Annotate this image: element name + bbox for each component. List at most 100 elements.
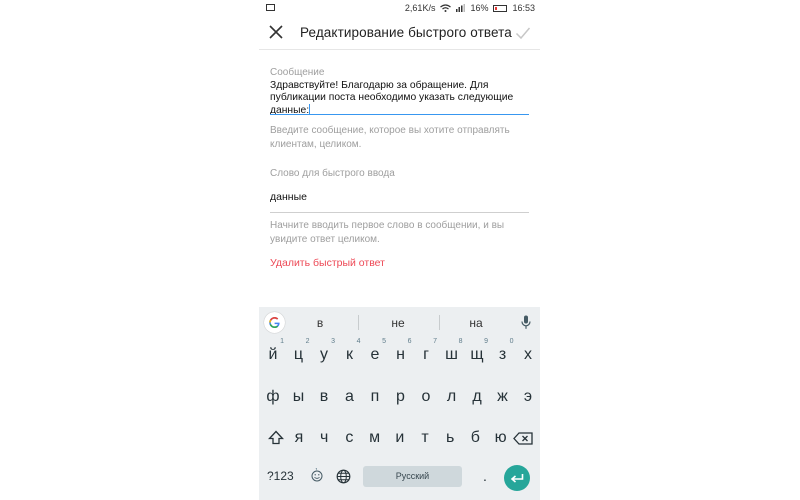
google-icon[interactable] xyxy=(264,312,285,333)
key-в[interactable]: в xyxy=(312,388,336,406)
key-label: т xyxy=(421,429,429,446)
key-label: д xyxy=(472,388,482,405)
key-label: р xyxy=(396,388,405,405)
message-hint: Введите сообщение, которое вы хотите отп… xyxy=(270,125,510,150)
key-р[interactable]: р xyxy=(389,388,413,406)
key-г[interactable]: г7 xyxy=(414,338,438,364)
key-label: л xyxy=(446,388,457,405)
suggestion-divider xyxy=(439,315,440,330)
key-к[interactable]: к4 xyxy=(338,338,362,364)
suggestion-strip: в не на xyxy=(259,307,540,338)
key-у[interactable]: у3 xyxy=(312,338,336,364)
message-text: Здравствуйте! Благодарю за обращение. Дл… xyxy=(270,80,514,116)
key-number-hint: 2 xyxy=(305,338,310,345)
key-label: я xyxy=(294,429,304,446)
key-label: и xyxy=(395,429,405,446)
key-ю[interactable]: ю xyxy=(489,429,513,447)
notification-image-icon xyxy=(266,4,275,11)
message-label: Сообщение xyxy=(270,67,325,78)
key-label: с xyxy=(345,429,354,446)
key-label: в xyxy=(319,388,329,405)
close-icon[interactable] xyxy=(268,24,284,40)
key-э[interactable]: э xyxy=(516,388,540,406)
key-п[interactable]: п xyxy=(363,388,387,406)
key-label: ю xyxy=(494,429,507,446)
space-bar[interactable]: Русский xyxy=(363,466,462,487)
key-label: х xyxy=(524,346,532,363)
shortcut-underline xyxy=(270,212,529,213)
key-с[interactable]: с xyxy=(337,429,361,447)
backspace-icon[interactable] xyxy=(513,432,533,445)
key-ш[interactable]: ш8 xyxy=(440,338,464,364)
key-ч[interactable]: ч xyxy=(312,429,336,447)
checkmark-icon[interactable] xyxy=(515,25,531,41)
key-л[interactable]: л xyxy=(440,388,464,406)
key-з[interactable]: з0 xyxy=(491,338,515,364)
key-label: з xyxy=(498,346,507,363)
key-number-hint: 6 xyxy=(407,338,412,345)
key-number-hint: 9 xyxy=(484,338,488,345)
key-х[interactable]: х xyxy=(516,346,540,364)
message-input[interactable]: Здравствуйте! Благодарю за обращение. Дл… xyxy=(270,80,528,117)
microphone-icon[interactable] xyxy=(521,315,531,330)
key-ц[interactable]: ц2 xyxy=(287,338,311,364)
battery-icon xyxy=(493,4,508,12)
key-label: ж xyxy=(497,388,508,405)
key-н[interactable]: н6 xyxy=(389,338,413,364)
key-number-hint: 7 xyxy=(433,338,437,345)
key-label: ш xyxy=(445,346,458,363)
key-д[interactable]: д xyxy=(465,388,489,406)
enter-arrow-icon xyxy=(510,473,524,483)
key-number-hint: 3 xyxy=(331,338,335,345)
period-key[interactable]: . xyxy=(483,468,487,484)
key-number-hint: 1 xyxy=(280,338,284,345)
key-щ[interactable]: щ9 xyxy=(465,338,489,364)
key-label: п xyxy=(370,388,380,405)
delete-quick-reply-button[interactable]: Удалить быстрый ответ xyxy=(270,257,385,269)
key-о[interactable]: о xyxy=(414,388,438,406)
enter-button[interactable] xyxy=(504,465,530,491)
shortcut-label: Слово для быстрого ввода xyxy=(270,168,395,179)
key-number-hint: 0 xyxy=(509,338,514,345)
key-ь[interactable]: ь xyxy=(438,429,462,447)
key-и[interactable]: и xyxy=(388,429,412,447)
key-ф[interactable]: ф xyxy=(261,388,285,406)
key-а[interactable]: а xyxy=(338,388,362,406)
key-т[interactable]: т xyxy=(413,429,437,447)
key-label: ы xyxy=(292,388,305,405)
key-label: б xyxy=(470,429,480,446)
globe-icon[interactable] xyxy=(336,469,351,484)
emoji-icon[interactable] xyxy=(311,470,323,482)
page-title: Редактирование быстрого ответа xyxy=(300,25,512,40)
key-е[interactable]: е5 xyxy=(363,338,387,364)
signal-icon xyxy=(456,4,466,12)
suggestion-3[interactable]: на xyxy=(446,316,506,330)
shift-icon[interactable] xyxy=(268,430,284,445)
key-б[interactable]: б xyxy=(463,429,487,447)
status-right: 2,61K/s 16% 16:53 xyxy=(405,3,535,13)
clock: 16:53 xyxy=(512,3,535,13)
key-label: м xyxy=(369,429,381,446)
keyboard: в не на й1ц2у3к4е5н6г7ш8щ9з0х фывапролдж… xyxy=(259,307,540,500)
suggestion-1[interactable]: в xyxy=(290,316,350,330)
shortcut-input[interactable]: данные xyxy=(270,191,307,203)
key-label: ч xyxy=(320,429,329,446)
numbers-key[interactable]: ?123 xyxy=(267,469,294,483)
suggestion-2[interactable]: не xyxy=(368,316,428,330)
key-label: а xyxy=(345,388,354,405)
key-label: ь xyxy=(446,429,455,446)
battery-percent: 16% xyxy=(470,3,489,13)
key-label: й xyxy=(268,346,278,363)
key-я[interactable]: я xyxy=(287,429,311,447)
key-ж[interactable]: ж xyxy=(491,388,515,406)
key-label: н xyxy=(396,346,405,363)
key-label: г xyxy=(423,346,429,363)
key-label: э xyxy=(523,388,533,405)
key-м[interactable]: м xyxy=(363,429,387,447)
shortcut-hint: Начните вводить первое слово в сообщении… xyxy=(270,220,505,245)
key-label: е xyxy=(370,346,380,363)
key-ы[interactable]: ы xyxy=(287,388,311,406)
key-й[interactable]: й1 xyxy=(261,338,285,364)
key-label: к xyxy=(346,346,353,363)
key-label: о xyxy=(421,388,431,405)
